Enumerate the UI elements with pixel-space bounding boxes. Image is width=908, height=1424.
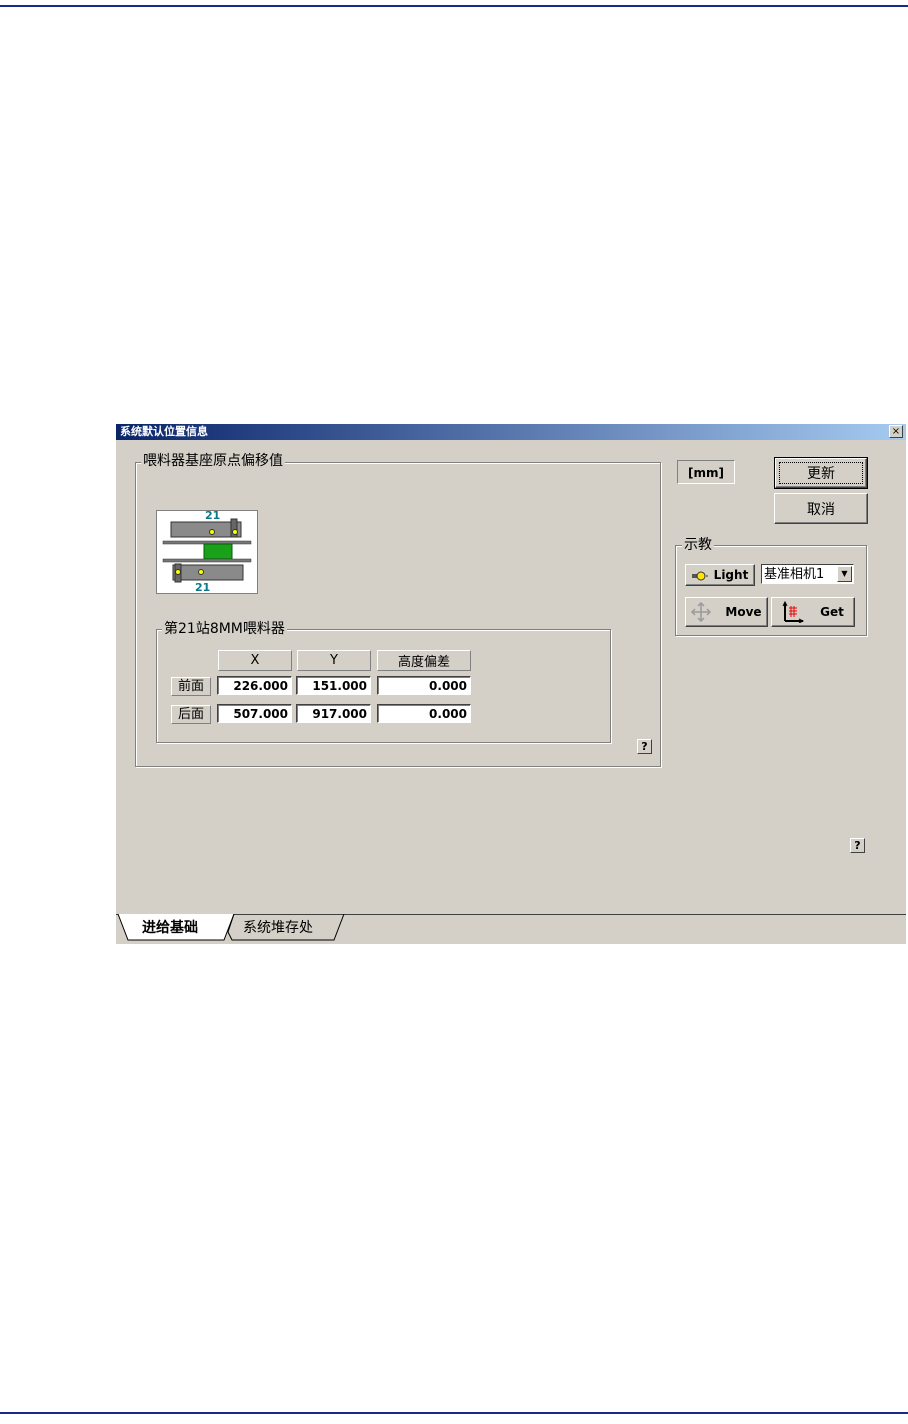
feeder-offset-legend: 喂料器基座原点偏移值 [141,453,285,469]
help-button-main[interactable]: ? [850,838,865,853]
cancel-button[interactable]: 取消 [774,493,868,524]
help-button-station[interactable]: ? [637,739,652,754]
tab-system-storage[interactable]: 系统堆存处 [243,915,313,941]
column-header-x: X [218,650,292,671]
station-legend: 第21站8MM喂料器 [162,621,287,637]
front-height-field[interactable]: 0.000 [377,676,471,695]
row-label-back: 后面 [171,705,211,724]
light-button[interactable]: Light [685,564,755,586]
axis-target-icon [782,600,805,624]
focus-rect [779,462,863,484]
close-button[interactable]: × [889,425,903,438]
teach-legend: 示教 [682,537,714,553]
move-button-label: Move [725,605,762,619]
unit-label: [mm] [677,460,735,484]
back-x-field[interactable]: 507.000 [217,704,292,723]
column-header-height: 高度偏差 [377,650,471,671]
dialog-window: 系统默认位置信息 × 喂料器基座原点偏移值 21 21 第21站8MM喂料器 X… [116,424,906,944]
back-y-field[interactable]: 917.000 [296,704,371,723]
camera-select[interactable]: 基准相机1 ▼ [761,564,854,584]
front-y-field[interactable]: 151.000 [296,676,371,695]
diagram-top-number: 21 [205,509,221,522]
tab-outline [117,914,345,941]
top-rule [0,5,908,7]
get-button-label: Get [820,605,844,619]
front-x-field[interactable]: 226.000 [217,676,292,695]
light-button-label: Light [713,568,749,582]
back-height-field[interactable]: 0.000 [377,704,471,723]
camera-select-value: 基准相机1 [764,567,825,582]
tab-bar: 进给基础 系统堆存处 [116,914,906,944]
column-header-y: Y [297,650,371,671]
diagram-bottom-number: 21 [195,581,211,594]
row-label-front: 前面 [171,677,211,696]
chevron-down-icon[interactable]: ▼ [837,566,852,582]
feeder-diagram-icon: 21 21 [156,509,258,594]
lightbulb-icon [691,570,708,581]
move-arrows-icon [691,601,712,623]
move-button[interactable]: Move [685,597,768,627]
tab-feed-basis[interactable]: 进给基础 [142,915,198,941]
update-button[interactable]: 更新 [774,457,868,489]
cancel-button-label: 取消 [807,501,835,518]
window-title: 系统默认位置信息 [120,425,208,438]
bottom-rule [0,1412,908,1414]
title-bar[interactable]: 系统默认位置信息 × [116,424,906,440]
get-button[interactable]: Get [771,597,855,627]
